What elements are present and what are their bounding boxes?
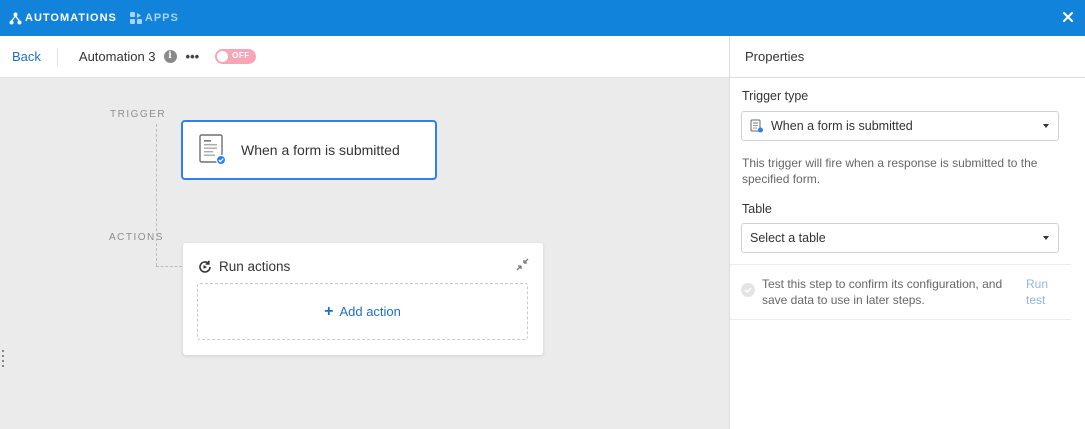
automation-header: Back Automation 3 i ••• OFF	[0, 36, 729, 78]
automations-icon	[9, 12, 22, 24]
collapse-icon[interactable]	[516, 258, 529, 271]
drag-handle-icon[interactable]	[2, 350, 5, 368]
back-button[interactable]: Back	[12, 49, 41, 64]
toggle-knob	[217, 51, 229, 62]
test-step-row: Test this step to confirm its configurat…	[741, 276, 1061, 308]
apps-label: APPS	[144, 12, 179, 24]
trigger-description: This trigger will fire when a response i…	[742, 156, 1038, 186]
plus-icon: +	[324, 302, 334, 320]
connector-line	[156, 124, 157, 266]
top-nav: AUTOMATIONS APPS	[0, 0, 179, 36]
trigger-type-value: When a form is submitted	[771, 119, 913, 133]
panel-divider	[730, 264, 1071, 265]
trigger-section-label: TRIGGER	[110, 109, 167, 120]
chevron-down-icon	[1043, 124, 1049, 128]
trigger-type-select[interactable]: When a form is submitted	[741, 111, 1059, 141]
automation-canvas: TRIGGER ACTIONS When a form is submitted	[0, 78, 729, 429]
test-step-text: Test this step to confirm its configurat…	[762, 277, 1003, 307]
table-label: Table	[742, 202, 772, 216]
trigger-card[interactable]: When a form is submitted	[181, 120, 437, 180]
top-bar: AUTOMATIONS APPS	[0, 0, 1085, 36]
automation-toggle[interactable]: OFF	[215, 49, 257, 64]
properties-panel: Properties Trigger type When a form is s…	[729, 36, 1085, 429]
form-icon	[750, 119, 763, 133]
automations-tab[interactable]: AUTOMATIONS	[9, 12, 117, 25]
header-divider	[56, 47, 58, 66]
toggle-label: OFF	[232, 51, 250, 60]
add-action-button[interactable]: + Add action	[197, 283, 528, 340]
run-actions-icon	[199, 260, 211, 273]
actions-card-header: Run actions	[198, 259, 290, 274]
panel-title: Properties	[730, 36, 1085, 78]
apps-tab[interactable]: APPS	[129, 12, 179, 24]
panel-title-text: Properties	[745, 49, 805, 64]
panel-divider	[730, 319, 1071, 320]
automation-name[interactable]: Automation 3	[79, 49, 156, 64]
apps-icon	[129, 12, 142, 24]
connector-branch	[156, 266, 182, 267]
chevron-down-icon	[1043, 236, 1049, 240]
automations-label: AUTOMATIONS	[25, 12, 117, 24]
form-icon	[199, 134, 227, 166]
table-select[interactable]: Select a table	[741, 223, 1059, 253]
actions-card-title: Run actions	[219, 259, 291, 274]
close-icon[interactable]	[1061, 10, 1075, 24]
trigger-card-title: When a form is submitted	[241, 142, 400, 158]
run-test-button[interactable]: Run test	[1026, 276, 1060, 308]
more-options-button[interactable]: •••	[186, 49, 200, 64]
table-select-value: Select a table	[750, 231, 826, 245]
add-action-label: Add action	[339, 304, 401, 319]
actions-card: Run actions + Add action	[183, 243, 543, 355]
check-circle-icon	[741, 283, 755, 297]
trigger-type-label: Trigger type	[742, 89, 809, 103]
info-icon[interactable]: i	[163, 50, 177, 63]
